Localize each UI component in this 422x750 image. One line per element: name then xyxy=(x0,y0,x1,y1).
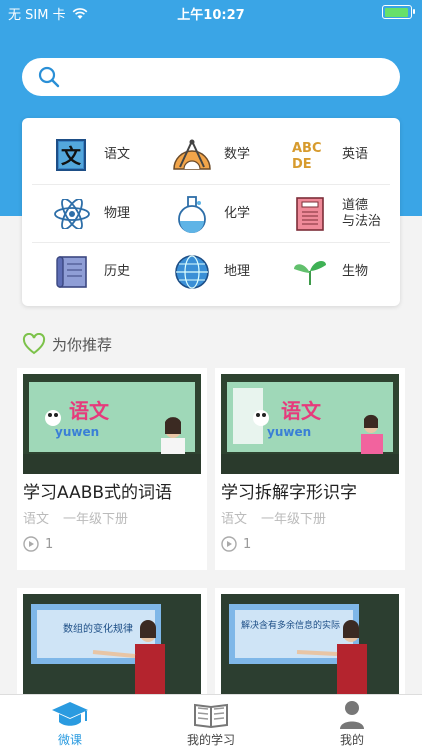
course-subject: 语文 xyxy=(23,512,50,527)
thumb-subtitle: yuwen xyxy=(55,425,99,439)
tab-label: 我的 xyxy=(339,733,364,747)
subject-label: 生物 xyxy=(342,264,369,279)
view-count: 1 xyxy=(221,536,251,552)
battery-icon xyxy=(382,5,415,19)
course-meta: 语文 一年级下册 xyxy=(23,508,142,527)
course-grade: 一年级下册 xyxy=(63,512,129,527)
chinese-book-icon: 文 xyxy=(52,135,92,175)
course-title: 学习拆解字形识字 xyxy=(221,483,357,503)
course-card[interactable]: 语文 yuwen 学习AABB式的词语 语文 一年级下册 1 xyxy=(17,368,207,570)
course-meta: 语文 一年级下册 xyxy=(221,508,340,527)
views-number: 1 xyxy=(45,536,54,552)
subject-label: 语文 xyxy=(104,147,131,162)
subject-physics[interactable]: 物理 xyxy=(32,185,152,243)
tab-mine[interactable]: 我的 xyxy=(282,695,422,750)
subject-morality-law[interactable]: 道德 与法治 xyxy=(270,185,390,243)
view-count: 1 xyxy=(23,536,53,552)
tab-micro-lessons[interactable]: 微课 xyxy=(0,695,140,750)
subject-label: 地理 xyxy=(224,264,251,279)
tab-label: 微课 xyxy=(57,733,82,747)
tab-bar: 微课 我的学习 我的 xyxy=(0,694,422,750)
svg-text:ABC: ABC xyxy=(292,141,322,156)
course-card[interactable]: 解决含有多余信息的实际 xyxy=(215,588,405,694)
subject-math[interactable]: 数学 xyxy=(152,126,272,184)
heart-outline-icon xyxy=(22,333,46,355)
thumb-subtitle: yuwen xyxy=(267,425,311,439)
search-icon[interactable] xyxy=(38,66,60,88)
subject-geography[interactable]: 地理 xyxy=(152,243,272,301)
abc-letters-icon: ABC DE xyxy=(290,135,330,175)
clock: 上午10:27 xyxy=(177,8,245,23)
recommend-header: 为你推荐 xyxy=(22,333,112,355)
subject-english[interactable]: ABC DE 英语 xyxy=(270,126,390,184)
thumb-banner: 语文 xyxy=(281,399,322,423)
search-input[interactable] xyxy=(74,64,384,90)
subject-biology[interactable]: 生物 xyxy=(270,243,390,301)
video-thumbnail: 解决含有多余信息的实际 xyxy=(221,594,399,694)
course-card[interactable]: 语文 yuwen 学习拆解字形识字 语文 一年级下册 1 xyxy=(215,368,405,570)
play-circle-icon xyxy=(221,536,237,552)
atom-icon xyxy=(52,194,92,234)
open-book-icon xyxy=(194,703,228,729)
subject-chemistry[interactable]: 化学 xyxy=(152,185,272,243)
subject-label: 道德 与法治 xyxy=(342,198,382,229)
subject-label: 物理 xyxy=(104,206,131,221)
thumb-banner: 数组的变化规律 xyxy=(63,622,133,635)
thumb-banner: 解决含有多余信息的实际 xyxy=(241,619,340,631)
globe-icon xyxy=(172,252,212,292)
subject-history[interactable]: 历史 xyxy=(32,243,152,301)
search-bar[interactable] xyxy=(22,58,400,96)
subject-grid: 文 语文 数学 ABC DE 英语 物理 化学 道德 与法治 历史 地理 生物 xyxy=(22,118,400,306)
tab-label: 我的学习 xyxy=(186,733,235,747)
course-card[interactable]: 数组的变化规律 xyxy=(17,588,207,694)
user-icon xyxy=(340,701,364,729)
graduation-cap-icon xyxy=(52,702,88,726)
svg-text:DE: DE xyxy=(292,157,312,171)
course-title: 学习AABB式的词语 xyxy=(23,483,173,503)
subject-chinese[interactable]: 文 语文 xyxy=(32,126,152,184)
course-subject: 语文 xyxy=(221,512,248,527)
sprout-icon xyxy=(290,252,330,292)
status-bar: 无 SIM 卡 上午10:27 xyxy=(0,0,422,24)
video-thumbnail: 数组的变化规律 xyxy=(23,594,201,694)
video-thumbnail: 语文 yuwen xyxy=(23,374,201,474)
protractor-icon xyxy=(172,135,212,175)
recommend-title: 为你推荐 xyxy=(52,335,113,354)
tab-my-learning[interactable]: 我的学习 xyxy=(141,695,281,750)
video-thumbnail: 语文 yuwen xyxy=(221,374,399,474)
views-number: 1 xyxy=(243,536,252,552)
scroll-icon xyxy=(52,252,92,292)
thumb-banner: 语文 xyxy=(69,399,110,423)
subject-label: 历史 xyxy=(104,264,131,279)
subject-label: 化学 xyxy=(224,206,251,221)
course-grade: 一年级下册 xyxy=(261,512,327,527)
subject-label: 数学 xyxy=(224,147,251,162)
flask-icon xyxy=(172,194,212,234)
play-circle-icon xyxy=(23,536,39,552)
law-book-icon xyxy=(290,194,330,234)
svg-text:文: 文 xyxy=(61,144,82,168)
subject-label: 英语 xyxy=(342,147,369,162)
